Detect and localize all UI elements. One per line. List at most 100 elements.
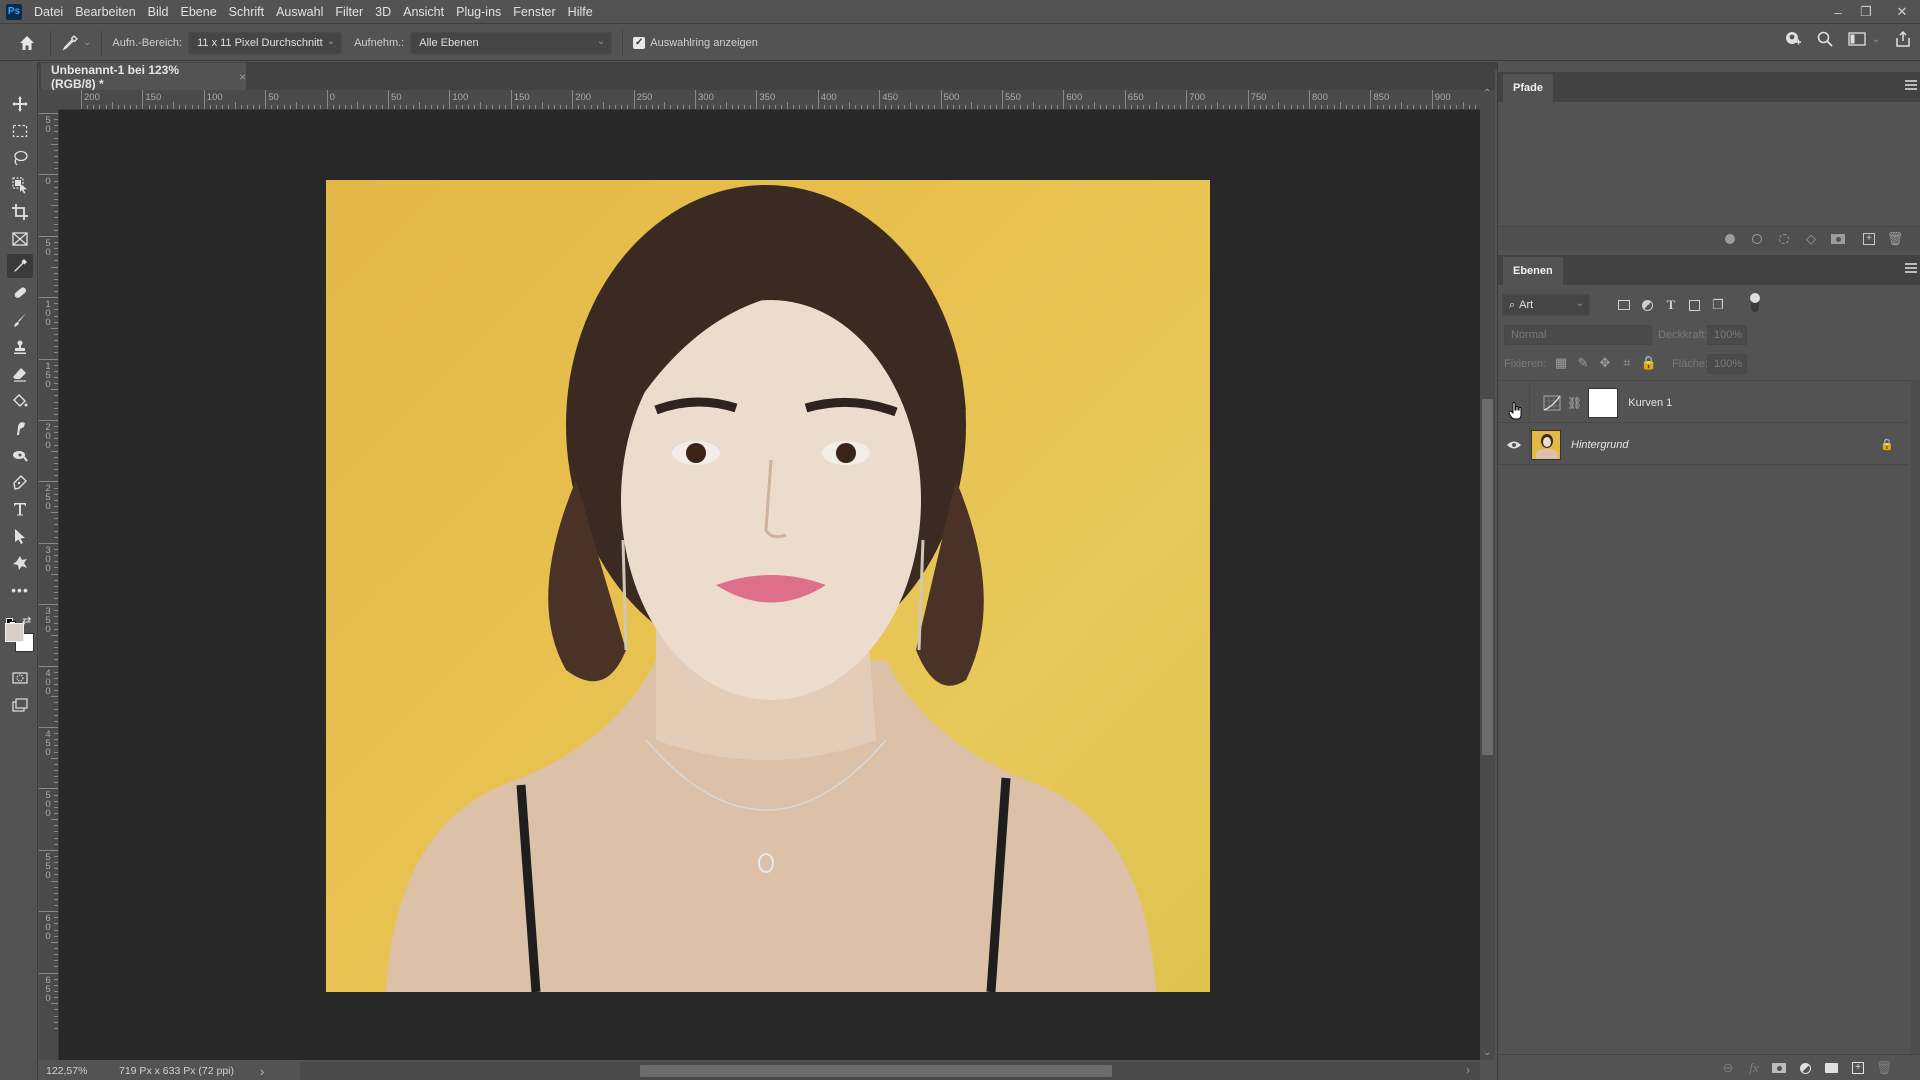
restore-button[interactable]: ❐ xyxy=(1852,0,1880,24)
close-document-icon[interactable]: × xyxy=(239,70,246,84)
layer-mask-link-icon[interactable]: ⛓ xyxy=(1567,396,1582,410)
share-icon[interactable] xyxy=(1894,30,1912,48)
lock-transparency-icon[interactable]: ▦ xyxy=(1553,355,1569,371)
zoom-level[interactable]: 122,57% xyxy=(39,1065,89,1077)
screen-mode-tool[interactable] xyxy=(7,693,33,717)
menu-datei[interactable]: Datei xyxy=(34,5,63,19)
menu-schrift[interactable]: Schrift xyxy=(229,5,264,19)
document-tab[interactable]: Unbenannt-1 bei 123% (RGB/8) * × xyxy=(41,63,246,91)
custom-shape-tool[interactable] xyxy=(7,551,33,575)
document-canvas-photo[interactable] xyxy=(326,180,1210,992)
new-group-folder-icon[interactable] xyxy=(1823,1060,1839,1076)
scroll-up-icon[interactable]: ⌃ xyxy=(1483,88,1491,99)
filter-pixel-layers-icon[interactable] xyxy=(1616,297,1632,313)
tab-pfade[interactable]: Pfade xyxy=(1503,74,1553,102)
layer-mask-thumbnail[interactable] xyxy=(1588,387,1619,418)
paths-panel-menu-icon[interactable] xyxy=(1905,80,1917,90)
menu-auswahl[interactable]: Auswahl xyxy=(276,5,323,19)
stroke-path-icon[interactable] xyxy=(1749,231,1765,247)
scroll-down-icon[interactable]: ⌄ xyxy=(1483,1047,1491,1058)
layer-visibility-toggle[interactable] xyxy=(1498,424,1530,465)
dodge-tool[interactable] xyxy=(7,443,33,467)
smudge-tool[interactable] xyxy=(7,416,33,440)
pen-tool[interactable] xyxy=(7,470,33,494)
filter-smart-objects-icon[interactable]: ❐ xyxy=(1710,297,1726,313)
more-tools[interactable]: ••• xyxy=(7,578,33,602)
blend-mode-select[interactable]: Normal xyxy=(1504,325,1652,345)
menu-ebene[interactable]: Ebene xyxy=(181,5,217,19)
horizontal-scroll-thumb[interactable] xyxy=(640,1065,1112,1077)
layer-row-hintergrund[interactable]: Hintergrund 🔒 xyxy=(1498,424,1908,465)
menu-bild[interactable]: Bild xyxy=(148,5,169,19)
lasso-tool[interactable] xyxy=(7,146,33,170)
close-window-button[interactable]: ✕ xyxy=(1888,0,1916,24)
new-path-icon[interactable]: + xyxy=(1861,231,1877,247)
link-layers-icon[interactable]: ⊖ xyxy=(1720,1060,1736,1076)
frame-tool[interactable] xyxy=(7,227,33,251)
lock-all-icon[interactable]: 🔒 xyxy=(1641,355,1657,371)
sample-layers-select[interactable]: Alle Ebenen ⌄ xyxy=(410,31,613,54)
minimize-button[interactable]: – xyxy=(1824,0,1852,24)
tab-ebenen[interactable]: Ebenen xyxy=(1503,257,1563,285)
new-adjustment-layer-icon[interactable] xyxy=(1797,1060,1813,1076)
menu-ansicht[interactable]: Ansicht xyxy=(403,5,444,19)
layer-style-fx-icon[interactable]: fx xyxy=(1746,1060,1762,1076)
scroll-right-icon[interactable]: › xyxy=(1466,1063,1470,1077)
layer-lock-icon[interactable]: 🔒 xyxy=(1880,438,1894,451)
fill-input[interactable]: 100% xyxy=(1707,354,1747,374)
filter-adjustment-layers-icon[interactable] xyxy=(1639,297,1655,313)
load-selection-icon[interactable] xyxy=(1776,231,1792,247)
crop-tool[interactable] xyxy=(7,200,33,224)
layer-filter-select[interactable]: ⌕ Art ⌄ xyxy=(1502,294,1590,316)
path-selection-tool[interactable] xyxy=(7,524,33,548)
menu-bearbeiten[interactable]: Bearbeiten xyxy=(75,5,135,19)
type-tool[interactable] xyxy=(7,497,33,521)
layer-row-kurven-1[interactable]: ⛓ Kurven 1 xyxy=(1498,382,1908,423)
menu-3d[interactable]: 3D xyxy=(375,5,391,19)
foreground-color-swatch[interactable] xyxy=(5,623,24,642)
eyedropper-tool[interactable] xyxy=(7,254,33,278)
filter-type-layers-icon[interactable]: T xyxy=(1663,297,1679,313)
add-mask-icon[interactable] xyxy=(1830,231,1846,247)
share-user-icon[interactable] xyxy=(1784,30,1802,48)
layer-thumbnail[interactable] xyxy=(1531,429,1561,460)
menu-plugins[interactable]: Plug-ins xyxy=(456,5,501,19)
healing-brush-tool[interactable] xyxy=(7,281,33,305)
menu-filter[interactable]: Filter xyxy=(335,5,363,19)
object-selection-tool[interactable] xyxy=(7,173,33,197)
horizontal-scrollbar[interactable]: ‹ › xyxy=(282,1062,1480,1080)
menu-hilfe[interactable]: Hilfe xyxy=(568,5,593,19)
quick-mask-tool[interactable] xyxy=(7,666,33,690)
menu-fenster[interactable]: Fenster xyxy=(513,5,555,19)
make-work-path-icon[interactable]: ◇ xyxy=(1803,231,1819,247)
vertical-scrollbar[interactable]: ⌃ ⌄ xyxy=(1480,88,1495,1060)
workspace-switcher[interactable]: ⌄ xyxy=(1847,31,1880,47)
sample-size-select[interactable]: 11 x 11 Pixel Durchschnitt ⌄ xyxy=(188,31,343,54)
lock-artboard-icon[interactable]: ⌗ xyxy=(1619,355,1635,371)
lock-position-icon[interactable]: ✥ xyxy=(1597,355,1613,371)
opacity-input[interactable]: 100% xyxy=(1707,325,1747,345)
layers-panel-menu-icon[interactable] xyxy=(1905,263,1917,273)
layer-name[interactable]: Hintergrund xyxy=(1571,439,1628,451)
vertical-ruler[interactable]: 50 0 50 100 150 200 250 300 350 400 450 500 550 600 65… xyxy=(39,110,59,1060)
eraser-tool[interactable] xyxy=(7,362,33,386)
layer-name[interactable]: Kurven 1 xyxy=(1628,397,1672,409)
marquee-tool[interactable] xyxy=(7,119,33,143)
tool-preset-picker[interactable]: ⌄ xyxy=(61,34,91,52)
move-tool[interactable] xyxy=(7,92,33,116)
status-menu-arrow[interactable]: › xyxy=(260,1064,264,1079)
brush-tool[interactable] xyxy=(7,308,33,332)
horizontal-ruler[interactable]: 200 150 100 50 0 50 100 150 200 250 300 350 400 450 50… xyxy=(59,90,1480,110)
vertical-panel-scroll[interactable] xyxy=(1911,380,1920,1080)
add-layer-mask-icon[interactable] xyxy=(1771,1060,1787,1076)
filter-toggle-switch[interactable] xyxy=(1750,293,1760,312)
show-ring-checkbox[interactable]: ✓ Auswahlring anzeigen xyxy=(633,36,764,49)
delete-layer-icon[interactable]: 🗑 xyxy=(1876,1060,1893,1076)
vertical-scroll-thumb[interactable] xyxy=(1482,399,1493,755)
delete-path-icon[interactable]: 🗑 xyxy=(1887,231,1904,247)
fill-path-icon[interactable] xyxy=(1722,231,1738,247)
clone-stamp-tool[interactable] xyxy=(7,335,33,359)
paint-bucket-tool[interactable] xyxy=(7,389,33,413)
new-layer-icon[interactable]: + xyxy=(1850,1060,1866,1076)
ruler-origin[interactable] xyxy=(39,90,59,110)
